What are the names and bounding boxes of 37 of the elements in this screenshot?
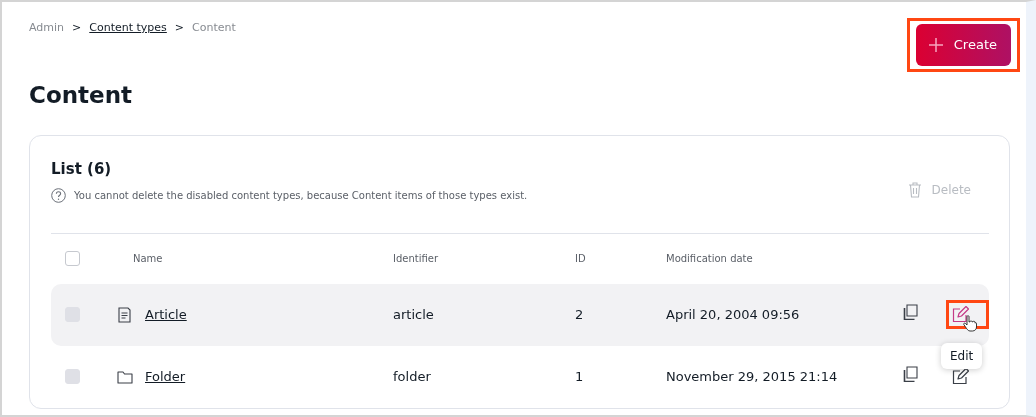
column-header: Modification date	[666, 252, 754, 267]
copy-icon	[903, 303, 919, 320]
column-header: Name	[133, 252, 164, 267]
column-header: Identifier	[393, 252, 440, 267]
name-link[interactable]: Article	[145, 306, 187, 322]
column-header: ID	[575, 252, 587, 267]
table-cell-text: folder	[393, 367, 432, 386]
list-title: List (6)	[51, 159, 113, 178]
document-icon	[117, 306, 133, 323]
copy-button[interactable]	[903, 365, 919, 382]
table-cell-text: 1	[575, 367, 585, 386]
page-title: Content	[29, 82, 134, 110]
breadcrumb-separator: >	[72, 20, 82, 36]
table-cell-text: April 20, 2004 09:56	[666, 305, 801, 324]
edit-button[interactable]	[952, 368, 969, 386]
table-cell-text: article	[393, 305, 435, 324]
edit-icon	[952, 306, 969, 324]
edit-button[interactable]	[952, 306, 969, 324]
copy-icon	[903, 365, 919, 382]
edit-icon	[952, 368, 969, 386]
table-cell-text: 2	[575, 305, 585, 324]
folder-icon	[117, 368, 133, 385]
copy-button[interactable]	[903, 303, 919, 320]
hand-cursor-icon	[963, 315, 977, 333]
breadcrumb-link[interactable]: Content types	[89, 20, 167, 37]
help-icon	[51, 187, 66, 203]
create-button[interactable]: Create	[915, 24, 1011, 66]
trash-icon	[907, 182, 922, 199]
breadcrumb-separator: >	[174, 20, 185, 36]
plus-icon	[927, 37, 944, 53]
select-all-checkbox[interactable]	[65, 251, 80, 267]
info-text: You cannot delete the disabled content types, because Content items of those types exist.	[74, 188, 528, 203]
table-cell-text: November 29, 2015 21:14	[666, 367, 839, 386]
breadcrumb-item: Admin	[29, 20, 65, 36]
name-link[interactable]: Folder	[145, 368, 186, 384]
tooltip: Edit	[941, 343, 983, 370]
breadcrumb-item: Content	[192, 20, 236, 36]
